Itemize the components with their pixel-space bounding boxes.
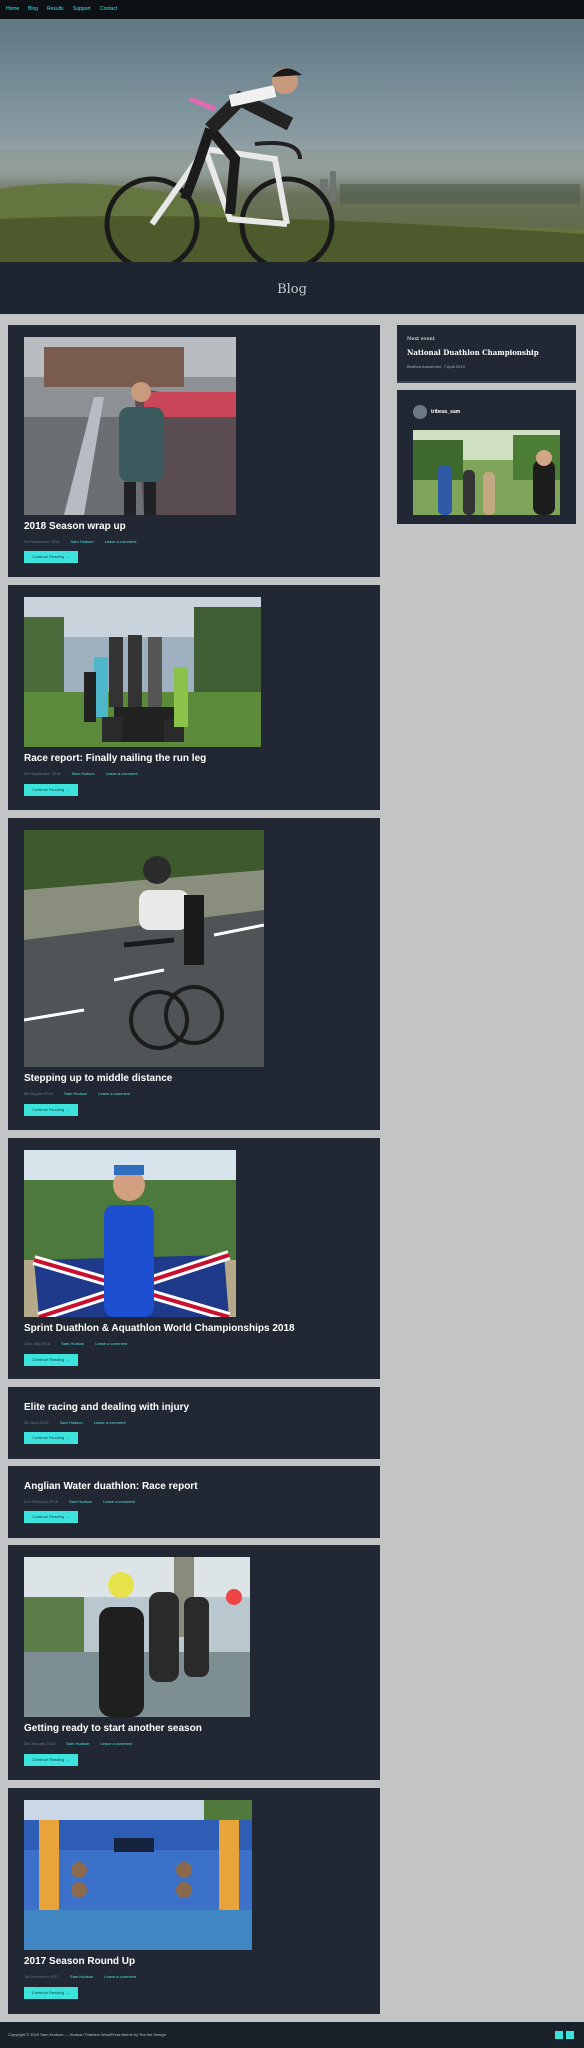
instagram-icon[interactable] — [555, 2031, 563, 2039]
hero-cyclist-illustration — [0, 68, 584, 262]
post-author[interactable]: Sam Hudson — [64, 1091, 87, 1096]
next-event-heading: Next event — [407, 336, 435, 342]
nav-contact[interactable]: Contact — [100, 6, 117, 13]
post-card: Elite racing and dealing with injury 5th… — [8, 1387, 380, 1459]
instagram-widget: tribeas_sam — [397, 390, 576, 524]
post-image[interactable] — [24, 1150, 236, 1317]
post-image[interactable] — [24, 1557, 250, 1717]
footer-copyright: Copyright © 2019 Sam Hudson — Hudson Tri… — [8, 2032, 166, 2037]
instagram-username[interactable]: tribeas_sam — [431, 409, 460, 415]
post-meta: 10th July 2018 Sam Hudson Leave a commen… — [24, 1341, 137, 1346]
continue-reading-button[interactable]: Continue Reading → — [24, 1987, 78, 1999]
post-title[interactable]: Stepping up to middle distance — [24, 1073, 172, 1085]
nav-home[interactable]: Home — [6, 6, 19, 13]
post-meta: 3rd January 2018 Sam Hudson Leave a comm… — [24, 1741, 142, 1746]
nav-blog[interactable]: Blog — [28, 6, 38, 13]
avatar[interactable] — [413, 405, 427, 419]
post-comments-link[interactable]: Leave a comment — [105, 539, 137, 544]
continue-reading-button[interactable]: Continue Reading → — [24, 1754, 78, 1766]
post-title[interactable]: Getting ready to start another season — [24, 1723, 202, 1735]
post-date: 8th August 2018 — [24, 1091, 53, 1096]
post-date: 3rd January 2018 — [24, 1741, 56, 1746]
post-author[interactable]: Sam Hudson — [60, 1420, 83, 1425]
instagram-photo[interactable] — [413, 430, 560, 515]
post-image[interactable] — [24, 597, 261, 747]
post-card: Stepping up to middle distance 8th Augus… — [8, 818, 380, 1130]
post-date: 5th April 2018 — [24, 1420, 49, 1425]
post-comments-link[interactable]: Leave a comment — [94, 1420, 126, 1425]
post-image[interactable] — [24, 1800, 252, 1950]
next-event-name[interactable]: National Duathlon Championship — [407, 348, 539, 357]
post-card: Sprint Duathlon & Aquathlon World Champi… — [8, 1138, 380, 1379]
next-event-widget: Next event National Duathlon Championshi… — [397, 325, 576, 383]
post-title[interactable]: Anglian Water duathlon: Race report — [24, 1481, 198, 1493]
post-title[interactable]: Sprint Duathlon & Aquathlon World Champi… — [24, 1323, 295, 1335]
post-image[interactable] — [24, 337, 236, 515]
post-title[interactable]: Elite racing and dealing with injury — [24, 1402, 189, 1414]
post-comments-link[interactable]: Leave a comment — [98, 1091, 130, 1096]
continue-reading-button[interactable]: Continue Reading → — [24, 1104, 78, 1116]
post-author[interactable]: Sam Hudson — [72, 771, 95, 776]
post-author[interactable]: Sam Hudson — [61, 1341, 84, 1346]
post-meta: 5th April 2018 Sam Hudson Leave a commen… — [24, 1420, 136, 1425]
twitter-icon[interactable] — [566, 2031, 574, 2039]
post-comments-link[interactable]: Leave a comment — [101, 1741, 133, 1746]
post-comments-link[interactable]: Leave a comment — [95, 1341, 127, 1346]
nav-support[interactable]: Support — [73, 6, 91, 13]
post-card: Getting ready to start another season 3r… — [8, 1545, 380, 1780]
post-title[interactable]: Race report: Finally nailing the run leg — [24, 753, 206, 765]
post-author[interactable]: Sam Hudson — [70, 1974, 93, 1979]
post-comments-link[interactable]: Leave a comment — [106, 771, 138, 776]
post-title[interactable]: 2018 Season wrap up — [24, 521, 126, 533]
post-date: 10th July 2018 — [24, 1341, 51, 1346]
post-card: Anglian Water duathlon: Race report 2nd … — [8, 1466, 380, 1538]
post-meta: 8th August 2018 Sam Hudson Leave a comme… — [24, 1091, 140, 1096]
post-author[interactable]: Sam Hudson — [69, 1499, 92, 1504]
next-event-details: Bedford Autodrome, 7 April 2019 — [407, 364, 465, 369]
continue-reading-button[interactable]: Continue Reading → — [24, 1511, 78, 1523]
continue-reading-button[interactable]: Continue Reading → — [24, 1354, 78, 1366]
page-title-banner: Blog — [0, 262, 584, 314]
post-date: 3rd November 2018 — [24, 539, 60, 544]
continue-reading-button[interactable]: Continue Reading → — [24, 551, 78, 563]
post-meta: 1st December 2017 Sam Hudson Leave a com… — [24, 1974, 146, 1979]
post-card: 2017 Season Round Up 1st December 2017 S… — [8, 1788, 380, 2014]
post-date: 2nd February 2018 — [24, 1499, 58, 1504]
post-meta: 3rd September 2018 Sam Hudson Leave a co… — [24, 771, 148, 776]
hero-image — [0, 19, 584, 262]
nav-results[interactable]: Results — [47, 6, 64, 13]
post-date: 1st December 2017 — [24, 1974, 59, 1979]
post-comments-link[interactable]: Leave a comment — [104, 1974, 136, 1979]
continue-reading-button[interactable]: Continue Reading → — [24, 784, 78, 796]
post-meta: 3rd November 2018 Sam Hudson Leave a com… — [24, 539, 147, 544]
post-title[interactable]: 2017 Season Round Up — [24, 1956, 135, 1968]
post-image[interactable] — [24, 830, 264, 1067]
top-navigation: Home Blog Results Support Contact — [0, 0, 584, 19]
post-card: 2018 Season wrap up 3rd November 2018 Sa… — [8, 325, 380, 577]
post-author[interactable]: Sam Hudson — [66, 1741, 89, 1746]
post-author[interactable]: Sam Hudson — [70, 539, 93, 544]
post-card: Race report: Finally nailing the run leg… — [8, 585, 380, 810]
post-date: 3rd September 2018 — [24, 771, 61, 776]
continue-reading-button[interactable]: Continue Reading → — [24, 1432, 78, 1444]
site-footer: Copyright © 2019 Sam Hudson — Hudson Tri… — [0, 2022, 584, 2048]
page-title: Blog — [277, 282, 307, 297]
widget-divider — [397, 381, 576, 383]
post-meta: 2nd February 2018 Sam Hudson Leave a com… — [24, 1499, 145, 1504]
post-comments-link[interactable]: Leave a comment — [103, 1499, 135, 1504]
